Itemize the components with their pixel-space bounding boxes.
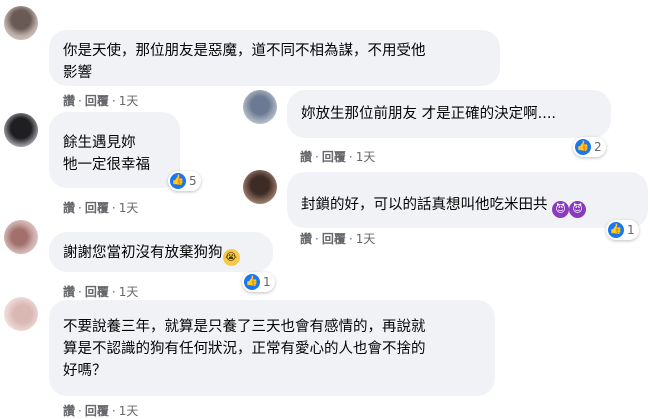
comment-text: 不要說養三年，就算是只養了三天也會有感情的，再說就 算是不認識的狗有任何狀況，正… — [63, 319, 426, 379]
like-button[interactable]: 讚 — [63, 92, 75, 109]
separator: · — [348, 149, 353, 164]
reaction-summary[interactable]: 👍 1 — [606, 220, 639, 240]
separator: · — [111, 403, 116, 418]
like-button[interactable]: 讚 — [63, 283, 75, 300]
separator: · — [348, 231, 353, 246]
reply-text: 妳放生那位前朋友 才是正確的決定啊.... — [301, 106, 557, 122]
reaction-summary[interactable]: 👍 2 — [573, 137, 606, 157]
timestamp[interactable]: 1天 — [119, 283, 139, 300]
reply-button[interactable]: 回覆 — [85, 199, 109, 216]
avatar[interactable] — [243, 90, 277, 124]
comment-bubble: 你是天使，那位朋友是惡魔，道不同不相為謀，不用受他 影響 — [49, 30, 500, 86]
like-button[interactable]: 讚 — [300, 230, 312, 247]
comment-text: 餘生遇見妳 牠一定很幸福 — [63, 135, 150, 173]
reply-button[interactable]: 回覆 — [322, 148, 346, 165]
like-button[interactable]: 讚 — [63, 199, 75, 216]
separator: · — [111, 200, 116, 215]
timestamp[interactable]: 1天 — [356, 148, 376, 165]
comment-actions: 讚 · 回覆 · 1天 — [63, 199, 138, 216]
reaction-summary[interactable]: 👍 1 — [242, 272, 275, 292]
separator: · — [78, 284, 82, 299]
avatar[interactable] — [243, 170, 277, 204]
like-button[interactable]: 讚 — [63, 402, 75, 419]
avatar[interactable] — [4, 113, 38, 147]
reply-actions: 讚 · 回覆 · 1天 — [300, 148, 375, 165]
avatar[interactable] — [4, 297, 38, 331]
separator: · — [78, 403, 82, 418]
separator: · — [315, 231, 319, 246]
reaction-count: 1 — [627, 223, 635, 237]
reply-bubble: 妳放生那位前朋友 才是正確的決定啊.... — [287, 90, 611, 138]
reply-button[interactable]: 回覆 — [85, 402, 109, 419]
thumbs-up-icon: 👍 — [575, 139, 591, 155]
comment-text: 謝謝您當初沒有放棄狗狗 — [63, 245, 223, 261]
reply-button[interactable]: 回覆 — [85, 92, 109, 109]
reaction-count: 1 — [263, 275, 271, 289]
comment-text: 你是天使，那位朋友是惡魔，道不同不相為謀，不用受他 影響 — [63, 43, 426, 81]
thumbs-up-icon: 👍 — [244, 274, 260, 290]
crying-face-emoji: 😭 — [222, 249, 240, 266]
reply-text: 封鎖的好，可以的話真想叫他吃米田共 — [301, 197, 548, 213]
reaction-summary[interactable]: 👍 5 — [168, 171, 201, 191]
like-button[interactable]: 讚 — [300, 148, 312, 165]
thumbs-up-icon: 👍 — [608, 222, 624, 238]
avatar[interactable] — [4, 6, 38, 40]
devil-face-emoji: 😈 — [552, 201, 570, 218]
thumbs-up-icon: 👍 — [170, 173, 186, 189]
separator: · — [315, 149, 319, 164]
comment-bubble: 謝謝您當初沒有放棄狗狗 😭 — [49, 232, 273, 272]
separator: · — [111, 284, 116, 299]
separator: · — [78, 93, 82, 108]
separator: · — [78, 200, 82, 215]
reply-bubble: 封鎖的好，可以的話真想叫他吃米田共 😈 😈 — [287, 172, 648, 228]
separator: · — [111, 93, 116, 108]
comment-actions: 讚 · 回覆 · 1天 — [63, 283, 138, 300]
reply-actions: 讚 · 回覆 · 1天 — [300, 230, 375, 247]
timestamp[interactable]: 1天 — [356, 230, 376, 247]
timestamp[interactable]: 1天 — [119, 92, 139, 109]
reply-button[interactable]: 回覆 — [322, 230, 346, 247]
timestamp[interactable]: 1天 — [119, 199, 139, 216]
comment-actions: 讚 · 回覆 · 1天 — [63, 92, 138, 109]
avatar[interactable] — [4, 220, 38, 254]
comment-bubble: 餘生遇見妳 牠一定很幸福 — [49, 112, 180, 188]
reply-button[interactable]: 回覆 — [85, 283, 109, 300]
reaction-count: 5 — [189, 174, 197, 188]
devil-face-emoji: 😈 — [569, 201, 587, 218]
comment-actions: 讚 · 回覆 · 1天 — [63, 402, 138, 419]
comment-bubble: 不要說養三年，就算是只養了三天也會有感情的，再說就 算是不認識的狗有任何狀況，正… — [49, 300, 495, 396]
reaction-count: 2 — [594, 140, 602, 154]
timestamp[interactable]: 1天 — [119, 402, 139, 419]
